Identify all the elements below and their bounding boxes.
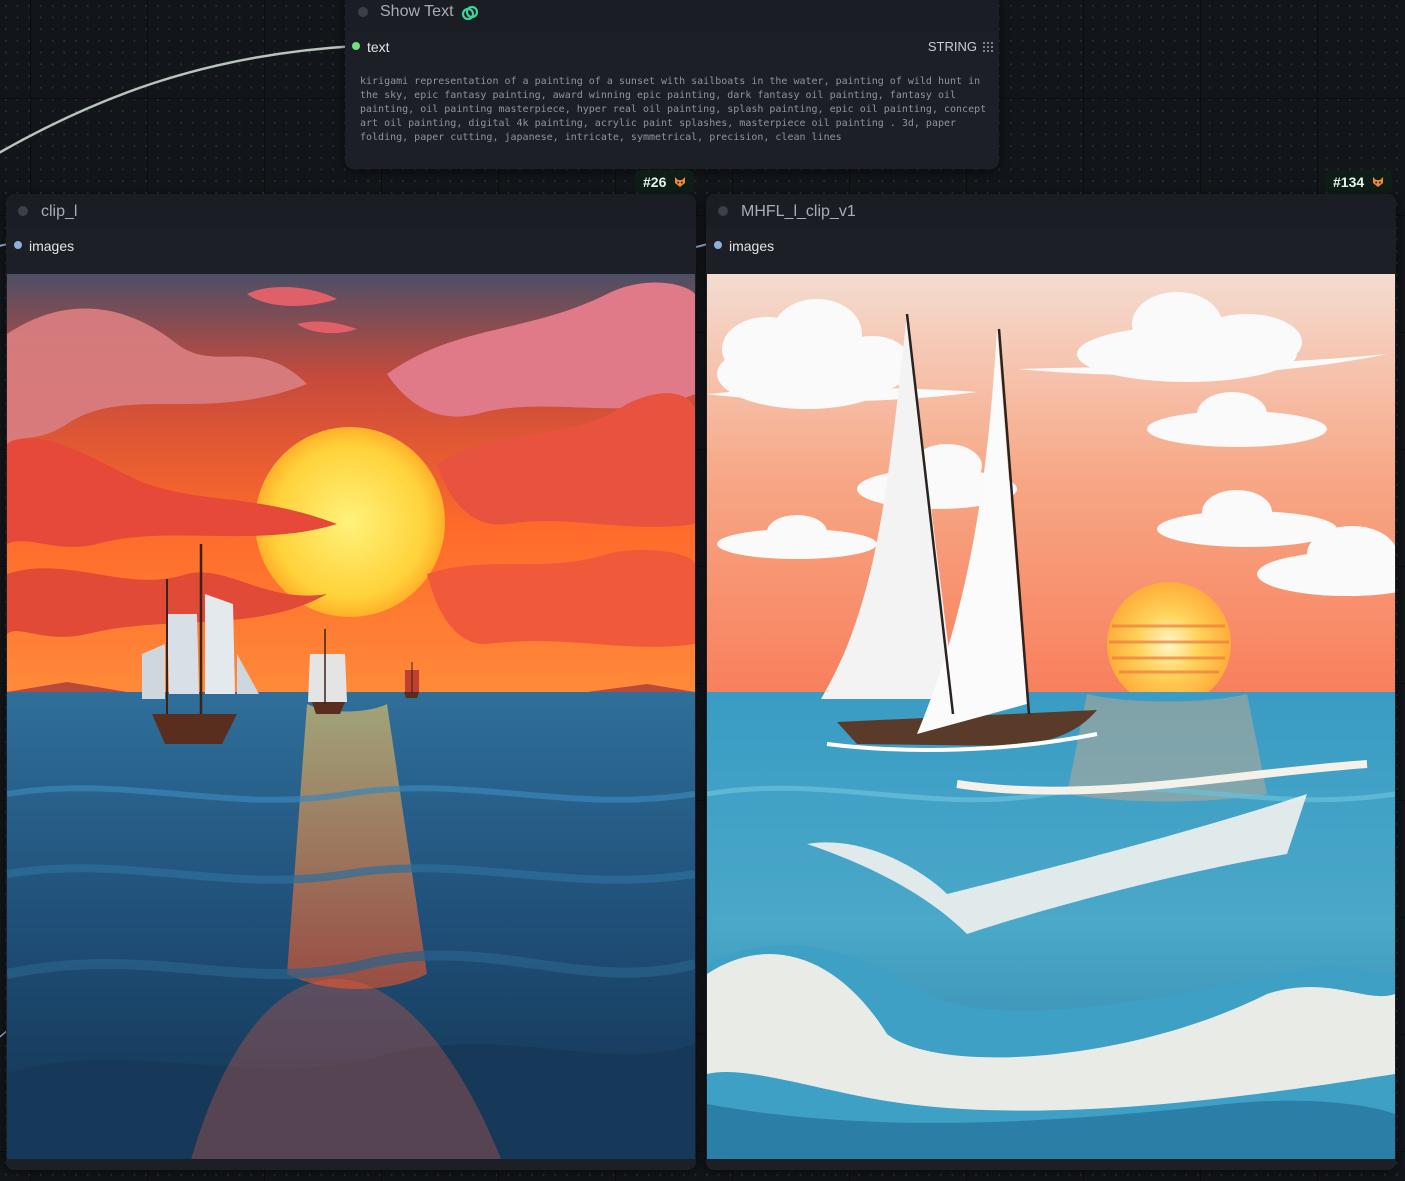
link-chain-icon (461, 5, 479, 21)
node-title: MHFL_l_clip_v1 (741, 203, 856, 220)
preview-image-node-clip-l[interactable]: clip_l images (6, 194, 696, 1170)
node-title: clip_l (41, 203, 78, 220)
preview-node-header[interactable]: MHFL_l_clip_v1 (706, 194, 1396, 228)
images-input-slot[interactable]: images (6, 234, 696, 258)
preview-image[interactable] (707, 274, 1395, 1159)
node-id-badge: #26 (635, 170, 695, 194)
papercraft-sailboat-image (707, 274, 1395, 1159)
collapse-dot[interactable] (18, 206, 28, 216)
wire-to-show-text[interactable] (0, 44, 357, 158)
node-id: #26 (643, 174, 667, 190)
preview-image-node-mhfl[interactable]: MHFL_l_clip_v1 images (706, 194, 1396, 1170)
node-title: Show Text (380, 3, 454, 20)
collapse-dot[interactable] (718, 206, 728, 216)
string-slot-dot[interactable] (352, 42, 360, 50)
image-slot-dot[interactable] (714, 241, 722, 249)
slot-label: images (729, 238, 775, 254)
show-text-node-header[interactable]: Show Text (345, 0, 999, 32)
sunset-sailing-ships-image (7, 274, 695, 1159)
prompt-text-display[interactable]: kirigami representation of a painting of… (360, 75, 990, 145)
text-output-slot[interactable]: text STRING (345, 35, 999, 59)
collapse-dot[interactable] (358, 7, 368, 17)
image-slot-dot[interactable] (14, 241, 22, 249)
fox-icon (1373, 177, 1384, 187)
grid-dots-icon[interactable] (983, 42, 993, 52)
slot-type-label: STRING (927, 39, 977, 54)
slot-label: text (367, 39, 390, 55)
node-id-badge: #134 (1325, 170, 1393, 194)
preview-node-header[interactable]: clip_l (6, 194, 696, 228)
node-id: #134 (1333, 174, 1365, 190)
slot-label: images (29, 238, 75, 254)
fox-icon (675, 177, 686, 187)
node-graph-canvas[interactable]: Show Text text STRING kirigami represent… (0, 0, 1405, 1181)
images-input-slot[interactable]: images (706, 234, 1396, 258)
show-text-node[interactable]: Show Text text STRING kirigami represent… (345, 0, 999, 169)
preview-image[interactable] (7, 274, 695, 1159)
